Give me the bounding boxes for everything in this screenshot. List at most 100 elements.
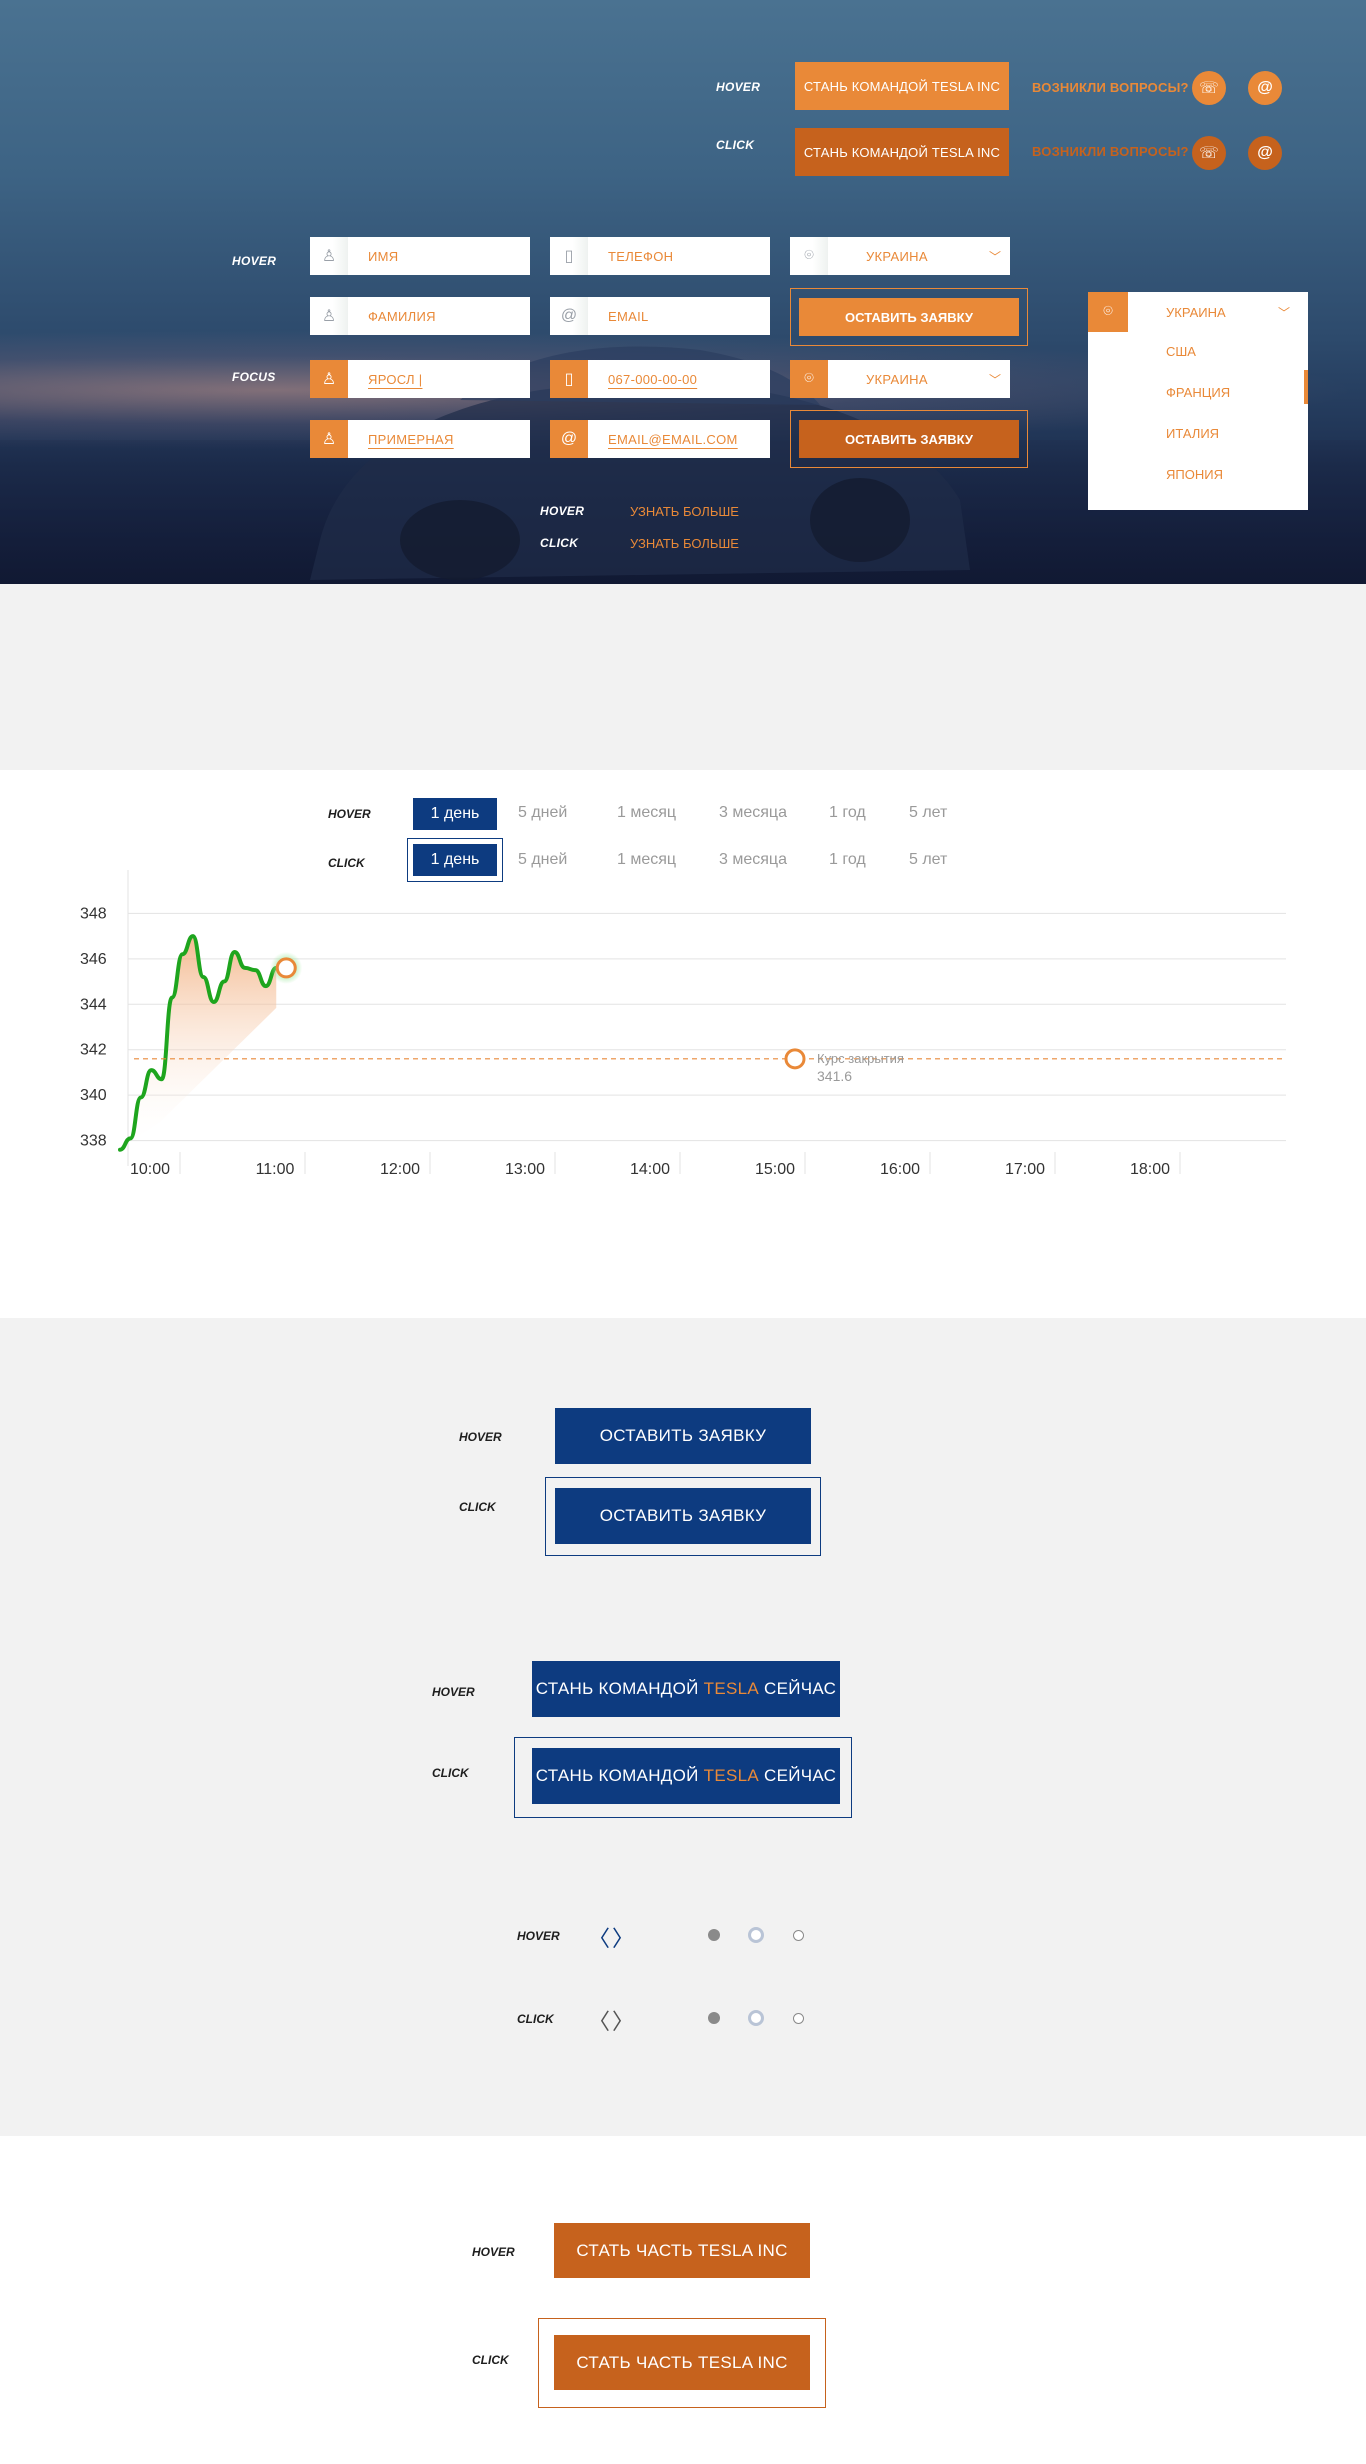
surname-field-focused[interactable]: ♙ ПРИМЕРНАЯ: [310, 420, 530, 458]
chart-x-tick-label: 15:00: [755, 1161, 795, 1178]
click-label: CLICK: [540, 536, 579, 550]
period-tab-5y[interactable]: 5 лет: [909, 851, 947, 869]
surname-value: ПРИМЕРНАЯ: [368, 431, 454, 447]
email-icon[interactable]: @: [1248, 71, 1282, 105]
phone-icon[interactable]: ☏: [1192, 71, 1226, 105]
join-tesla-button-click[interactable]: СТАНЬ КОМАНДОЙ TESLA INC: [795, 128, 1009, 176]
chart-x-tick-label: 14:00: [630, 1161, 670, 1178]
next-arrow-icon[interactable]: 〉: [612, 2004, 634, 2036]
chart-grid: [127, 870, 1286, 1166]
period-tab-1m[interactable]: 1 месяц: [617, 851, 676, 869]
country-value: УКРАИНА: [866, 248, 928, 264]
slider-dot[interactable]: [793, 1930, 804, 1941]
chart-x-tick-label: 18:00: [1130, 1161, 1170, 1178]
questions-link-hover[interactable]: ВОЗНИКЛИ ВОПРОСЫ?: [1032, 80, 1189, 95]
hover-label: HOVER: [540, 504, 585, 518]
period-tab-5d[interactable]: 5 дней: [518, 851, 567, 869]
become-part-button-click[interactable]: СТАТЬ ЧАСТЬ TESLA INC: [554, 2335, 810, 2390]
join-team-button-click[interactable]: СТАНЬ КОМАНДОЙ TESLA СЕЙЧАС: [532, 1748, 840, 1804]
surname-field[interactable]: ♙ ФАМИЛИЯ: [310, 297, 530, 335]
hover-label: HOVER: [328, 807, 371, 821]
hover-label: HOVER: [472, 2245, 515, 2259]
join-team-suffix: СЕЙЧАС: [759, 1679, 837, 1698]
prev-arrow-icon[interactable]: 〈: [588, 1921, 610, 1953]
mobile-icon: ▯: [550, 237, 588, 275]
next-arrow-icon[interactable]: 〉: [612, 1921, 634, 1953]
dropdown-option[interactable]: США: [1166, 344, 1196, 359]
slider-dot-click[interactable]: [748, 2010, 764, 2026]
submit-button-click[interactable]: ОСТАВИТЬ ЗАЯВКУ: [799, 420, 1019, 458]
period-tab-1d-hover[interactable]: 1 день: [413, 798, 497, 830]
focus-label: FOCUS: [232, 370, 276, 384]
mobile-icon: ▯: [550, 360, 588, 398]
chart-x-tick-label: 16:00: [880, 1161, 920, 1178]
country-select[interactable]: ⌾ УКРАИНА ﹀: [790, 237, 1010, 275]
slider-dot-hover[interactable]: [748, 1927, 764, 1943]
period-tab-1y[interactable]: 1 год: [829, 804, 866, 822]
at-icon: @: [550, 297, 588, 335]
click-label: CLICK: [459, 1500, 496, 1514]
name-placeholder: ИМЯ: [368, 248, 399, 264]
questions-link-click[interactable]: ВОЗНИКЛИ ВОПРОСЫ?: [1032, 144, 1189, 159]
period-tab-3m[interactable]: 3 месяца: [719, 804, 787, 822]
dropdown-option[interactable]: ЯПОНИЯ: [1166, 467, 1223, 482]
learn-more-link-click[interactable]: УЗНАТЬ БОЛЬШЕ: [630, 536, 739, 551]
period-tab-3m[interactable]: 3 месяца: [719, 851, 787, 869]
location-pin-icon: ⌾: [790, 360, 828, 398]
email-value: EMAIL@EMAIL.COM: [608, 431, 738, 447]
phone-field[interactable]: ▯ ТЕЛЕФОН: [550, 237, 770, 275]
email-icon[interactable]: @: [1248, 136, 1282, 170]
join-team-accent: TESLA: [703, 1766, 760, 1785]
hover-label: HOVER: [716, 80, 761, 94]
dropdown-option[interactable]: ФРАНЦИЯ: [1166, 385, 1230, 400]
spacer-section: [0, 584, 1366, 770]
chart-x-tick-label: 13:00: [505, 1161, 545, 1178]
period-tab-1y[interactable]: 1 год: [829, 851, 866, 869]
chart-y-tick-label: 338: [80, 1133, 107, 1150]
join-team-button-hover[interactable]: СТАНЬ КОМАНДОЙ TESLA СЕЙЧАС: [532, 1661, 840, 1717]
click-label: CLICK: [716, 138, 755, 152]
join-team-prefix: СТАНЬ КОМАНДОЙ: [535, 1679, 704, 1698]
hero-section: HOVER СТАНЬ КОМАНДОЙ TESLA INC ВОЗНИКЛИ …: [0, 0, 1366, 584]
email-field[interactable]: @ EMAIL: [550, 297, 770, 335]
join-team-accent: TESLA: [703, 1679, 760, 1698]
join-team-prefix: СТАНЬ КОМАНДОЙ: [535, 1766, 704, 1785]
user-icon: ♙: [310, 360, 348, 398]
period-tab-1m[interactable]: 1 месяц: [617, 804, 676, 822]
period-tab-5y[interactable]: 5 лет: [909, 804, 947, 822]
submit-request-button-hover[interactable]: ОСТАВИТЬ ЗАЯВКУ: [555, 1408, 811, 1464]
location-pin-icon: ⌾: [790, 237, 828, 275]
country-select-focused[interactable]: ⌾ УКРАИНА ﹀: [790, 360, 1010, 398]
chart-y-axis: 348 346 344 342 340 338: [80, 905, 107, 1149]
learn-more-link-hover[interactable]: УЗНАТЬ БОЛЬШЕ: [630, 504, 739, 519]
join-tesla-button-hover[interactable]: СТАНЬ КОМАНДОЙ TESLA INC: [795, 62, 1009, 110]
slider-dot-active[interactable]: [708, 1929, 720, 1941]
phone-icon[interactable]: ☏: [1192, 136, 1226, 170]
price-chart: 348346344342340338 10:00 11:00 12:00 13:00 1…: [80, 870, 1286, 1178]
period-tab-5d[interactable]: 5 дней: [518, 804, 567, 822]
submit-request-button-click[interactable]: ОСТАВИТЬ ЗАЯВКУ: [555, 1488, 811, 1544]
name-field[interactable]: ♙ ИМЯ: [310, 237, 530, 275]
dropdown-header[interactable]: ⌾ УКРАИНА ﹀: [1088, 292, 1308, 332]
chart-reference-marker[interactable]: [784, 1048, 806, 1070]
slider-dot-active[interactable]: [708, 2012, 720, 2024]
chevron-down-icon: ﹀: [1278, 305, 1291, 320]
email-placeholder: EMAIL: [608, 308, 649, 324]
phone-value: 067-000-00-00: [608, 371, 698, 387]
email-field-focused[interactable]: @ EMAIL@EMAIL.COM: [550, 420, 770, 458]
chart-last-point-marker[interactable]: [275, 957, 297, 979]
chevron-down-icon: ﹀: [988, 372, 1001, 387]
country-dropdown-open[interactable]: ⌾ УКРАИНА ﹀ США ФРАНЦИЯ ИТАЛИЯ ЯПОНИЯ: [1088, 292, 1308, 510]
phone-field-focused[interactable]: ▯ 067-000-00-00: [550, 360, 770, 398]
user-plus-icon: ♙: [310, 297, 348, 335]
chevron-down-icon: ﹀: [988, 249, 1001, 264]
slider-dot[interactable]: [793, 2013, 804, 2024]
hover-label: HOVER: [432, 1685, 475, 1699]
dropdown-option[interactable]: ИТАЛИЯ: [1166, 426, 1219, 441]
name-field-focused[interactable]: ♙ ЯРОСЛ |: [310, 360, 530, 398]
become-part-button-hover[interactable]: СТАТЬ ЧАСТЬ TESLA INC: [554, 2223, 810, 2278]
prev-arrow-icon[interactable]: 〈: [588, 2004, 610, 2036]
name-value: ЯРОСЛ |: [368, 371, 423, 387]
submit-button-hover[interactable]: ОСТАВИТЬ ЗАЯВКУ: [799, 298, 1019, 336]
chart-x-tick-label: 11:00: [256, 1161, 295, 1178]
